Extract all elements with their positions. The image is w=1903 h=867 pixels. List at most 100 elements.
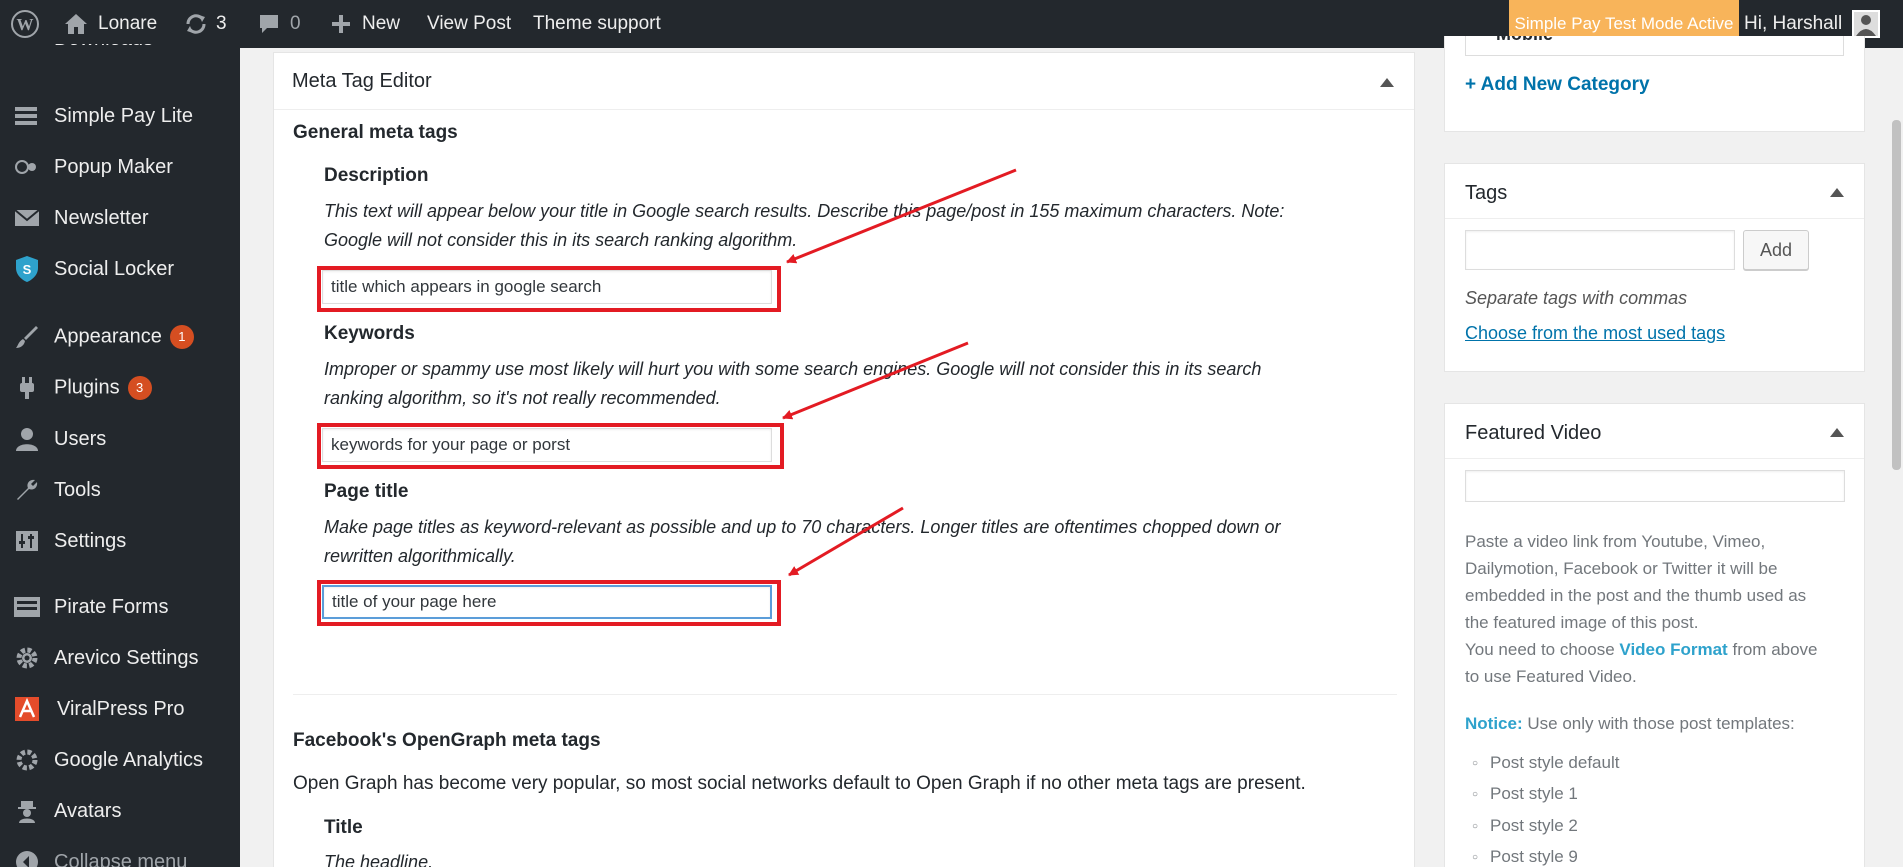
avatar — [1852, 10, 1881, 38]
comment-icon — [258, 13, 280, 35]
meta-tag-editor-header[interactable]: Meta Tag Editor — [274, 53, 1414, 110]
site-name-link[interactable]: Lonare — [64, 0, 157, 48]
wrench-icon — [12, 475, 42, 505]
svg-text:W: W — [17, 15, 34, 34]
template-list-item: Post style 1 — [1472, 784, 1578, 804]
new-tag-input[interactable] — [1465, 230, 1735, 270]
highlight-box — [317, 423, 784, 469]
choose-tags-link[interactable]: Choose from the most used tags — [1465, 323, 1725, 344]
video-help-line: Dailymotion, Facebook or Twitter it will… — [1465, 559, 1778, 578]
section-divider — [293, 694, 1397, 695]
toggle-arrow-up-icon[interactable] — [1830, 428, 1844, 437]
view-post-label: View Post — [427, 13, 512, 34]
wordpress-logo-icon[interactable]: W — [10, 0, 40, 48]
plug-icon — [12, 373, 42, 403]
menu-label: Newsletter — [54, 206, 149, 229]
menu-social-locker[interactable]: S Social Locker — [0, 247, 240, 291]
video-format-link[interactable]: Video Format — [1619, 640, 1727, 659]
form-icon — [12, 592, 42, 622]
new-content-link[interactable]: New — [330, 0, 400, 48]
menu-google-analytics[interactable]: Google Analytics — [0, 738, 240, 782]
featured-video-header[interactable]: Featured Video — [1445, 404, 1864, 459]
categories-box: Mobile + Add New Category — [1444, 36, 1865, 132]
popup-maker-icon — [12, 152, 42, 182]
add-new-category-link[interactable]: + Add New Category — [1465, 74, 1650, 96]
notice-text: Use only with those post templates: — [1527, 714, 1795, 733]
menu-label: Avatars — [54, 799, 122, 822]
featured-video-box: Featured Video Paste a video link from Y… — [1444, 403, 1865, 867]
meta-tag-editor-box: Meta Tag Editor General meta tags Descri… — [273, 52, 1415, 867]
menu-plugins[interactable]: Plugins 3 — [0, 366, 240, 410]
menu-arevico-settings[interactable]: Arevico Settings — [0, 636, 240, 680]
menu-newsletter[interactable]: Newsletter — [0, 196, 240, 240]
keywords-label: Keywords — [324, 323, 415, 344]
opengraph-heading: Facebook's OpenGraph meta tags — [293, 730, 601, 751]
menu-label: Appearance — [54, 325, 162, 348]
menu-label: ViralPress Pro — [57, 697, 185, 720]
collapse-menu-button[interactable]: Collapse menu — [0, 840, 240, 867]
video-help-line: the featured image of this post. — [1465, 613, 1699, 632]
template-list-item: Post style default — [1472, 753, 1620, 773]
simple-pay-icon — [12, 101, 42, 131]
tags-box: Tags Add Separate tags with commas Choos… — [1444, 163, 1865, 372]
description-help-line2: Google will not consider this in its sea… — [324, 230, 798, 250]
menu-simple-pay-lite[interactable]: Simple Pay Lite — [0, 94, 240, 138]
og-title-help: The headline. — [324, 852, 434, 867]
toggle-arrow-up-icon[interactable] — [1830, 188, 1844, 197]
envelope-icon — [12, 203, 42, 233]
video-format-note: You need to choose Video Format from abo… — [1465, 636, 1818, 663]
menu-popup-maker[interactable]: Popup Maker — [0, 145, 240, 189]
new-label: New — [362, 13, 401, 34]
add-tag-button[interactable]: Add — [1743, 230, 1809, 270]
collapse-icon — [12, 847, 42, 867]
menu-appearance[interactable]: Appearance 1 — [0, 315, 240, 359]
note-suffix: from above — [1732, 640, 1818, 659]
opengraph-intro: Open Graph has become very popular, so m… — [293, 773, 1306, 794]
scrollbar-thumb[interactable] — [1892, 120, 1901, 470]
video-help-line: embedded in the post and the thumb used … — [1465, 586, 1807, 605]
video-url-input[interactable] — [1465, 470, 1845, 502]
menu-label: Social Locker — [54, 257, 175, 280]
menu-label-wrap: Appearance 1 — [54, 325, 194, 349]
category-list[interactable]: Mobile — [1465, 36, 1844, 56]
home-icon — [64, 13, 88, 35]
site-name: Lonare — [98, 13, 158, 34]
tags-header[interactable]: Tags — [1445, 164, 1864, 219]
downloads-menu-partial[interactable]: Downloads — [12, 44, 162, 54]
menu-label: Google Analytics — [54, 748, 203, 771]
video-help-line: Paste a video link from Youtube, Vimeo, — [1465, 532, 1766, 551]
notice-label: Notice: — [1465, 714, 1523, 733]
gear-icon — [12, 643, 42, 673]
view-post-link[interactable]: View Post — [427, 0, 511, 48]
template-list-item: Post style 9 — [1472, 847, 1578, 867]
viralpress-icon — [12, 694, 42, 724]
toggle-arrow-up-icon[interactable] — [1380, 78, 1394, 87]
menu-users[interactable]: Users — [0, 417, 240, 461]
admin-sidebar: Downloads Simple Pay Lite Popup Maker Ne… — [0, 44, 240, 867]
comments-link[interactable]: 0 — [258, 0, 301, 48]
menu-label: Pirate Forms — [54, 595, 169, 618]
tags-title: Tags — [1465, 182, 1508, 204]
comments-count: 0 — [290, 13, 301, 34]
test-mode-label: Simple Pay Test Mode Active — [1514, 14, 1734, 33]
menu-avatars[interactable]: Avatars — [0, 789, 240, 833]
menu-pirate-forms[interactable]: Pirate Forms — [0, 585, 240, 629]
menu-settings[interactable]: Settings — [0, 519, 240, 563]
highlight-box — [317, 580, 781, 626]
collapse-label: Collapse menu — [54, 850, 188, 867]
refresh-icon — [184, 12, 208, 36]
theme-support-link[interactable]: Theme support — [533, 0, 661, 48]
keywords-help-line1: Improper or spammy use most likely will … — [324, 359, 1262, 379]
general-meta-heading: General meta tags — [293, 122, 458, 143]
menu-label: Users — [54, 427, 107, 450]
menu-tools[interactable]: Tools — [0, 468, 240, 512]
update-count-badge: 3 — [127, 376, 152, 400]
menu-label-wrap: Plugins 3 — [54, 376, 152, 400]
menu-viralpress-pro[interactable]: ViralPress Pro — [0, 687, 240, 731]
greeting-label: Hi, Harshall — [1744, 13, 1843, 34]
updates-link[interactable]: 3 — [184, 0, 227, 48]
menu-label: Plugins — [54, 376, 120, 399]
paintbrush-icon — [12, 322, 42, 352]
svg-text:S: S — [23, 262, 32, 277]
page-title-help-line2: rewritten algorithmically. — [324, 546, 516, 566]
